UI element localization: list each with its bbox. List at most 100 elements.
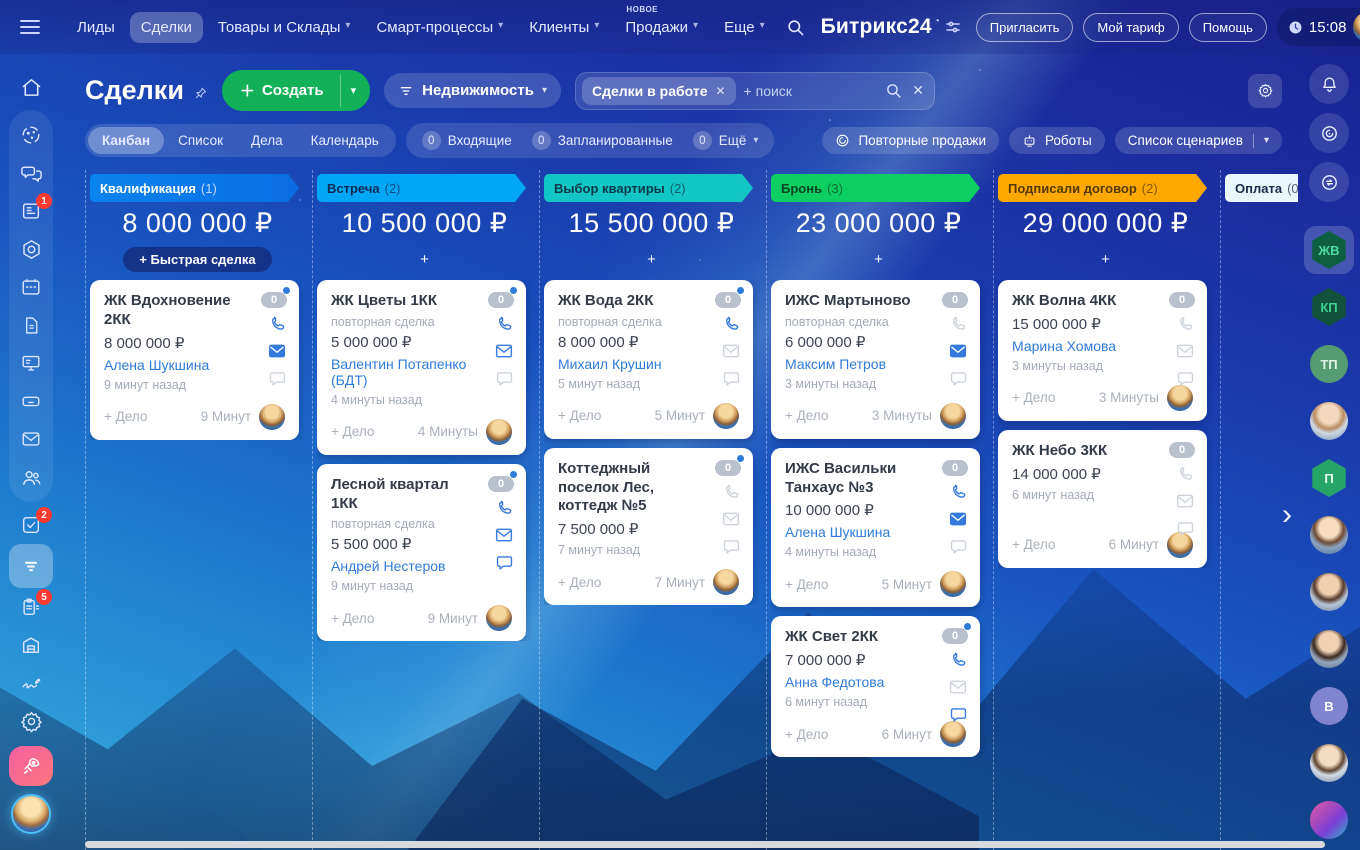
add-deal-button[interactable]: + xyxy=(1101,251,1110,268)
search-icon[interactable] xyxy=(885,82,902,99)
kanban-next-arrow[interactable]: › xyxy=(1282,500,1292,530)
sidebar-item-video-calls[interactable] xyxy=(9,344,53,382)
user-avatar[interactable] xyxy=(1310,573,1348,611)
mail-icon[interactable] xyxy=(948,342,968,360)
user-avatar[interactable] xyxy=(1353,12,1360,42)
sidebar-item-mail[interactable] xyxy=(9,420,53,458)
phone-icon[interactable] xyxy=(722,314,741,333)
card-counter-badge[interactable]: 0 xyxy=(1169,442,1195,458)
chat-icon[interactable] xyxy=(495,369,514,388)
sync-chat-button[interactable] xyxy=(1309,162,1349,202)
phone-icon[interactable] xyxy=(1176,464,1195,483)
chat-icon[interactable] xyxy=(1176,519,1195,538)
user-avatar[interactable]: ЖВ xyxy=(1310,231,1348,269)
user-avatar[interactable] xyxy=(1310,516,1348,554)
mail-icon[interactable] xyxy=(948,678,968,696)
my-tariff-button[interactable]: Мой тариф xyxy=(1083,13,1178,42)
counter-item[interactable]: 0 Ещё ▾ xyxy=(683,126,769,155)
add-activity-link[interactable]: + Дело xyxy=(331,611,374,626)
search-input[interactable]: Сделки в работе ✕ + поиск ✕ xyxy=(575,72,935,110)
deal-card[interactable]: 0 ЖК Вдохновение 2КК 8 000 000 ₽ Алена Ш… xyxy=(90,280,299,440)
sidebar-item-documents[interactable] xyxy=(9,306,53,344)
add-activity-link[interactable]: + Дело xyxy=(785,408,828,423)
nav-item[interactable]: Еще ▾ xyxy=(713,12,776,43)
deal-title[interactable]: ЖК Цветы 1КК xyxy=(331,292,512,311)
board-settings-gear-button[interactable] xyxy=(1248,74,1282,108)
add-deal-button[interactable]: + xyxy=(420,251,429,268)
add-deal-button[interactable]: + xyxy=(647,251,656,268)
current-user-avatar[interactable] xyxy=(13,796,49,832)
kanban-column-header[interactable]: Выбор квартиры (2) xyxy=(544,174,753,202)
bitrix24-logo[interactable]: Битрикс24 ◔ xyxy=(821,15,960,39)
deal-title[interactable]: ИЖС Васильки Танхаус №3 xyxy=(785,460,966,498)
add-activity-link[interactable]: + Дело xyxy=(1012,390,1055,405)
assignee-avatar[interactable] xyxy=(259,404,285,430)
hamburger-menu-button[interactable] xyxy=(14,13,46,41)
user-avatar[interactable]: ТП xyxy=(1310,345,1348,383)
sidebar-item-messenger[interactable] xyxy=(9,154,53,192)
deal-client-link[interactable]: Алена Шукшина xyxy=(785,524,966,540)
sidebar-item-tasks[interactable]: 2 xyxy=(9,506,53,544)
add-activity-link[interactable]: + Дело xyxy=(104,409,147,424)
close-icon[interactable]: ✕ xyxy=(715,84,725,98)
user-avatar[interactable] xyxy=(1310,630,1348,668)
card-counter-badge[interactable]: 0 xyxy=(1169,292,1195,308)
mail-icon[interactable] xyxy=(721,510,741,528)
deal-card[interactable]: 0 ИЖС Васильки Танхаус №3 10 000 000 ₽ А… xyxy=(771,448,980,608)
phone-icon[interactable] xyxy=(268,314,287,333)
pin-icon[interactable] xyxy=(194,86,208,100)
scenarios-dropdown[interactable]: Список сценариев ▾ xyxy=(1115,127,1282,154)
sidebar-item-processes[interactable]: 5 xyxy=(9,588,53,626)
deal-title[interactable]: Лесной квартал 1КК xyxy=(331,476,512,514)
add-activity-link[interactable]: + Дело xyxy=(558,408,601,423)
assignee-avatar[interactable] xyxy=(940,403,966,429)
nav-item[interactable]: Лиды xyxy=(66,12,126,43)
chat-icon[interactable] xyxy=(1176,369,1195,388)
add-activity-link[interactable]: + Дело xyxy=(1012,537,1055,552)
add-activity-link[interactable]: + Дело xyxy=(331,424,374,439)
funnel-selector[interactable]: Недвижимость ▾ xyxy=(384,73,561,108)
deal-title[interactable]: ИЖС Мартыново xyxy=(785,292,966,311)
mail-icon[interactable] xyxy=(494,526,514,544)
nav-item[interactable]: Смарт-процессы ▾ xyxy=(365,12,514,43)
view-tab[interactable]: Дела xyxy=(237,127,297,154)
copilot-button[interactable] xyxy=(1309,113,1349,153)
add-deal-button[interactable]: + xyxy=(874,251,883,268)
sidebar-item-sign[interactable] xyxy=(9,664,53,702)
deal-client-link[interactable]: Михаил Крушин xyxy=(558,356,739,372)
deal-card[interactable]: 0 ЖК Волна 4КК 15 000 000 ₽ Марина Хомов… xyxy=(998,280,1207,421)
clear-search-icon[interactable]: ✕ xyxy=(912,82,924,99)
phone-icon[interactable] xyxy=(949,482,968,501)
kanban-column-header[interactable]: Бронь (3) xyxy=(771,174,980,202)
invite-button[interactable]: Пригласить xyxy=(976,13,1074,42)
assignee-avatar[interactable] xyxy=(1167,385,1193,411)
assignee-avatar[interactable] xyxy=(486,419,512,445)
mail-icon[interactable] xyxy=(1175,342,1195,360)
deal-client-link[interactable]: Валентин Потапенко (БДТ) xyxy=(331,356,512,388)
user-avatar[interactable]: П xyxy=(1310,459,1348,497)
phone-icon[interactable] xyxy=(1176,314,1195,333)
help-button[interactable]: Помощь xyxy=(1189,13,1267,42)
add-activity-link[interactable]: + Дело xyxy=(785,727,828,742)
deal-client-link[interactable]: Максим Петров xyxy=(785,356,966,372)
add-activity-link[interactable]: + Дело xyxy=(558,575,601,590)
deal-title[interactable]: ЖК Вода 2КК xyxy=(558,292,739,311)
assignee-avatar[interactable] xyxy=(713,569,739,595)
kanban-column-header[interactable]: Подписали договор (2) xyxy=(998,174,1207,202)
horizontal-scrollbar[interactable] xyxy=(85,841,1325,848)
assignee-avatar[interactable] xyxy=(713,403,739,429)
nav-item[interactable]: НОВОЕ Продажи ▾ xyxy=(614,12,709,43)
chat-icon[interactable] xyxy=(949,705,968,724)
mail-icon[interactable] xyxy=(494,342,514,360)
sidebar-item-warehouse[interactable] xyxy=(9,626,53,664)
assignee-avatar[interactable] xyxy=(486,605,512,631)
card-counter-badge[interactable]: 0 xyxy=(715,460,741,476)
phone-icon[interactable] xyxy=(949,314,968,333)
deal-title[interactable]: Коттеджный поселок Лес, коттедж №5 xyxy=(558,460,739,516)
deal-card[interactable]: 0 ИЖС Мартыново повторная сделка 6 000 0… xyxy=(771,280,980,439)
deal-card[interactable]: 0 ЖК Небо 3КК 14 000 000 ₽ 6 минут назад xyxy=(998,430,1207,568)
nav-item[interactable]: Товары и Склады ▾ xyxy=(207,12,362,43)
create-dropdown-caret[interactable]: ▾ xyxy=(340,74,371,107)
deal-client-link[interactable]: Анна Федотова xyxy=(785,674,966,690)
sidebar-item-calendar[interactable] xyxy=(9,268,53,306)
